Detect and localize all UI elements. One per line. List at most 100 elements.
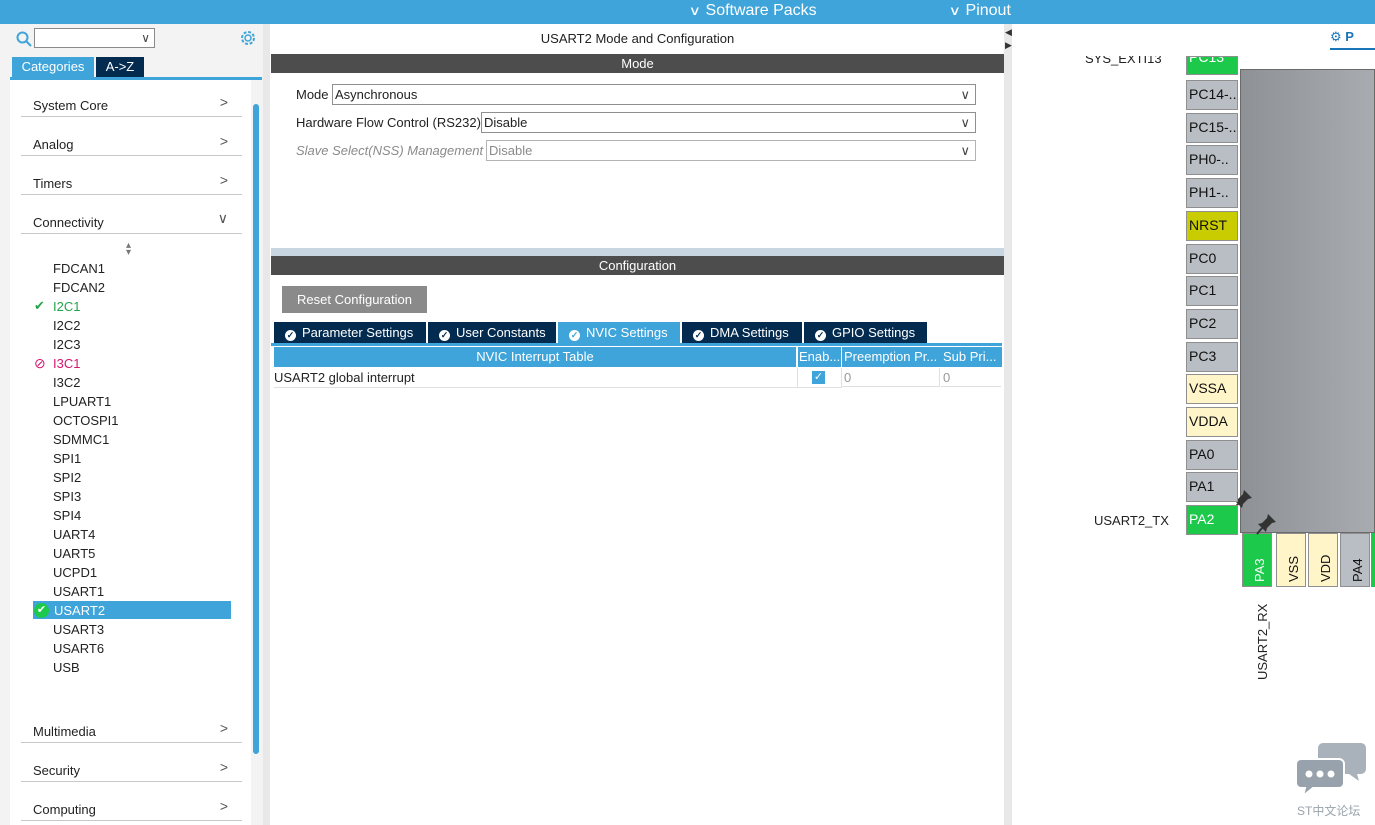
list-item-fdcan1[interactable]: FDCAN1 — [53, 259, 105, 278]
pin-signal-label: SYS_EXTI13 — [1085, 56, 1162, 66]
category-analog[interactable]: Analog > — [21, 117, 242, 156]
list-item-i2c2[interactable]: I2C2 — [53, 316, 80, 335]
section-splitter[interactable] — [271, 248, 1004, 256]
pin-pc13[interactable]: PC13 — [1186, 56, 1238, 75]
pin-pc14[interactable]: PC14-.. — [1186, 80, 1238, 110]
category-label: Connectivity — [33, 215, 104, 230]
pin-pa0[interactable]: PA0 — [1186, 439, 1238, 470]
category-timers[interactable]: Timers > — [21, 156, 242, 195]
list-item-fdcan2[interactable]: FDCAN2 — [53, 278, 105, 297]
tab-nvic-settings[interactable]: ✓ NVIC Settings — [558, 322, 680, 343]
pin-label: PC15-.. — [1189, 118, 1237, 135]
pin-pa4[interactable]: PA4 — [1340, 533, 1370, 587]
pin-vdd[interactable]: VDD — [1308, 533, 1338, 587]
chevron-down-icon: ∨ — [960, 87, 970, 102]
column-header-preemption[interactable]: Preemption Pr... — [842, 347, 941, 367]
list-item-usart2[interactable]: USART2 — [54, 601, 105, 620]
category-connectivity[interactable]: Connectivity ∨ — [21, 195, 242, 234]
list-item-spi4[interactable]: SPI4 — [53, 506, 81, 525]
reset-configuration-button[interactable]: Reset Configuration — [282, 286, 427, 313]
preemption-cell[interactable]: 0 — [842, 368, 940, 387]
list-item-spi3[interactable]: SPI3 — [53, 487, 81, 506]
list-item-ucpd1[interactable]: UCPD1 — [53, 563, 97, 582]
list-item-uart4[interactable]: UART4 — [53, 525, 95, 544]
nss-label: Slave Select(NSS) Management — [296, 143, 484, 158]
pin-pc3[interactable]: PC3 — [1186, 341, 1238, 372]
pin-label: NRST — [1189, 216, 1228, 233]
hw-flow-select[interactable]: Disable ∨ — [481, 112, 976, 133]
pin-pc1[interactable]: PC1 — [1186, 276, 1238, 307]
enabled-checkbox[interactable]: ✓ — [812, 371, 825, 384]
list-item-i3c1[interactable]: I3C1 — [53, 354, 80, 373]
pin-pa1[interactable]: PA1 — [1186, 472, 1238, 503]
chevron-down-icon: ∨ — [217, 210, 228, 226]
list-item-i2c3[interactable]: I2C3 — [53, 335, 80, 354]
pin-pa3[interactable]: PA3 — [1242, 533, 1272, 587]
check-circle-icon: ✓ — [693, 330, 704, 341]
list-item-usart3[interactable]: USART3 — [53, 620, 104, 639]
tab-gpio-settings[interactable]: ✓ GPIO Settings — [804, 322, 927, 343]
chevron-down-icon[interactable]: ∨ — [141, 31, 150, 45]
list-item-spi2[interactable]: SPI2 — [53, 468, 81, 487]
pin-pc2[interactable]: PC2 — [1186, 308, 1238, 339]
category-system-core[interactable]: System Core > — [21, 78, 242, 117]
check-circle-icon: ✔ — [34, 603, 49, 618]
pinout-view-tab[interactable]: ⚙ P — [1330, 29, 1375, 49]
column-header-interrupt-table[interactable]: NVIC Interrupt Table — [274, 347, 796, 367]
list-item-spi1[interactable]: SPI1 — [53, 449, 81, 468]
collapse-arrows-icon[interactable]: ◀ ▶ — [1005, 26, 1012, 52]
tab-user-constants[interactable]: ✓ User Constants — [428, 322, 556, 343]
hw-flow-label: Hardware Flow Control (RS232) — [296, 115, 481, 130]
tab-dma-settings[interactable]: ✓ DMA Settings — [682, 322, 802, 343]
list-item-octospi1[interactable]: OCTOSPI1 — [53, 411, 119, 430]
search-input[interactable]: ∨ — [34, 28, 155, 48]
category-label: Computing — [33, 802, 96, 817]
pin-nrst[interactable]: NRST — [1186, 210, 1238, 241]
pin-pa2[interactable]: PA2 — [1186, 505, 1238, 536]
interrupt-name-cell: USART2 global interrupt — [274, 368, 798, 388]
category-multimedia[interactable]: Multimedia > — [21, 704, 242, 743]
pin-label: PA0 — [1189, 445, 1215, 462]
sub-priority-cell[interactable]: 0 — [941, 368, 1001, 387]
search-icon[interactable] — [16, 31, 32, 47]
panel-divider[interactable] — [1004, 24, 1012, 825]
scrollbar[interactable] — [253, 104, 259, 754]
list-item-i2c1[interactable]: I2C1 — [53, 297, 80, 316]
gear-icon[interactable] — [239, 29, 257, 47]
list-item-usart6[interactable]: USART6 — [53, 639, 104, 658]
list-item-uart5[interactable]: UART5 — [53, 544, 95, 563]
tab-a-to-z[interactable]: A->Z — [96, 57, 144, 77]
forum-chat-icon — [1295, 743, 1366, 799]
pin-vssa[interactable]: VSSA — [1186, 374, 1238, 405]
tab-underline — [1330, 48, 1375, 50]
column-header-enabled[interactable]: Enab... — [798, 347, 841, 367]
mode-select[interactable]: Asynchronous ∨ — [332, 84, 976, 105]
pa3-signal-label: USART2_RX — [1255, 603, 1270, 680]
sort-icon[interactable]: ▴ ▾ — [126, 241, 131, 258]
software-packs-menu[interactable]: ∨ Software Packs — [689, 2, 817, 20]
pin-pc0[interactable]: PC0 — [1186, 243, 1238, 274]
check-circle-icon: ✓ — [815, 330, 826, 341]
list-item-usb[interactable]: USB — [53, 658, 80, 677]
list-item-lpuart1[interactable]: LPUART1 — [53, 392, 111, 411]
list-item-sdmmc1[interactable]: SDMMC1 — [53, 430, 109, 449]
pin-ph0[interactable]: PH0-.. — [1186, 145, 1238, 176]
pin-pc15[interactable]: PC15-.. — [1186, 112, 1238, 143]
list-item-i3c2[interactable]: I3C2 — [53, 373, 80, 392]
panel-divider[interactable] — [263, 24, 270, 825]
chevron-right-icon: > — [219, 133, 228, 149]
tab-parameter-settings[interactable]: ✓ Parameter Settings — [274, 322, 426, 343]
pin-label: PA2 — [1189, 511, 1215, 528]
tab-label: GPIO Settings — [832, 325, 916, 340]
category-computing[interactable]: Computing > — [21, 782, 242, 821]
category-security[interactable]: Security > — [21, 743, 242, 782]
column-header-sub-priority[interactable]: Sub Pri... — [941, 347, 1002, 367]
pin-vdda[interactable]: VDDA — [1186, 407, 1238, 437]
list-item-usart1[interactable]: USART1 — [53, 582, 104, 601]
chevron-down-icon: ∨ — [948, 3, 961, 18]
tab-categories[interactable]: Categories — [12, 57, 94, 77]
pin-vss[interactable]: VSS — [1276, 533, 1306, 587]
nss-select: Disable ∨ — [486, 140, 976, 161]
pinout-menu[interactable]: ∨ Pinout — [948, 2, 1011, 20]
pin-ph1[interactable]: PH1-.. — [1186, 178, 1238, 209]
